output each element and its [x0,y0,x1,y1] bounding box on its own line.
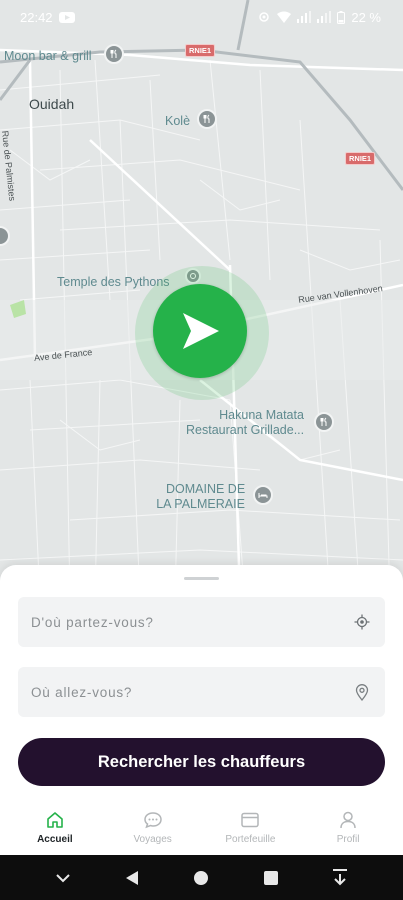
destination-field[interactable] [18,667,385,717]
navigation-arrow-icon [183,313,219,349]
place-label-domaine: DOMAINE DE LA PALMERAIE [156,482,245,512]
tab-profil[interactable]: Profil [303,810,393,845]
hotel-pin-icon[interactable] [253,485,273,505]
battery-percentage: 22 % [351,9,381,25]
person-icon [340,811,356,829]
tab-portefeuille[interactable]: Portefeuille [205,810,295,845]
download-icon[interactable] [328,866,352,890]
place-label-hakuna-matata: Hakuna Matata Restaurant Grillade... [186,408,304,438]
status-time: 22:42 [20,9,53,25]
wallet-icon [241,812,260,828]
home-circle-icon[interactable] [189,866,213,890]
gps-locate-icon[interactable] [353,613,371,631]
destination-input[interactable] [31,684,331,700]
back-icon[interactable] [120,866,144,890]
tab-label: Voyages [133,834,172,845]
bottom-tab-bar: Accueil Voyages Portefeuille Profil [0,800,403,855]
tab-accueil[interactable]: Accueil [10,810,100,845]
status-bar: 22:42 22 % [0,0,403,34]
recents-icon[interactable] [259,866,283,890]
place-label-kole: Kolè [165,114,191,128]
route-badge: RNIE1 [185,44,216,57]
youtube-icon [58,11,75,23]
tab-label: Accueil [37,834,73,845]
search-drivers-button[interactable]: Rechercher les chauffeurs [18,738,385,786]
tab-label: Portefeuille [225,834,276,845]
departure-input[interactable] [31,614,331,630]
chat-bubble-icon [143,812,162,829]
place-label-moon-bar: Moon bar & grill [4,49,92,63]
place-label-domaine-line1: DOMAINE DE [166,482,246,496]
map-view[interactable]: Moon bar & grill Ouidah Kolè Temple des … [0,0,403,600]
place-label-domaine-line2: LA PALMERAIE [156,497,245,511]
signal-icon [317,11,332,23]
chevron-down-icon[interactable] [51,866,75,890]
departure-field[interactable] [18,597,385,647]
restaurant-pin-icon[interactable] [314,412,334,432]
system-navigation-bar [0,855,403,900]
trip-search-sheet: Rechercher les chauffeurs Accueil Voyage… [0,565,403,855]
sheet-drag-handle[interactable] [184,577,219,580]
tab-voyages[interactable]: Voyages [108,810,198,845]
battery-icon [337,10,346,24]
route-badge: RNIE1 [345,152,376,165]
tab-label: Profil [336,834,360,845]
restaurant-pin-icon[interactable] [197,109,217,129]
place-label-hakuna-line2: Restaurant Grillade... [186,423,305,437]
signal-icon [297,11,312,23]
place-label-ouidah: Ouidah [29,96,75,112]
cast-icon [259,12,270,22]
wifi-icon [277,11,292,23]
restaurant-pin-icon[interactable] [104,44,124,64]
current-location-button[interactable] [153,284,247,378]
place-label-hakuna-line1: Hakuna Matata [219,408,304,422]
home-icon [47,812,63,828]
location-pin-icon [353,683,371,701]
